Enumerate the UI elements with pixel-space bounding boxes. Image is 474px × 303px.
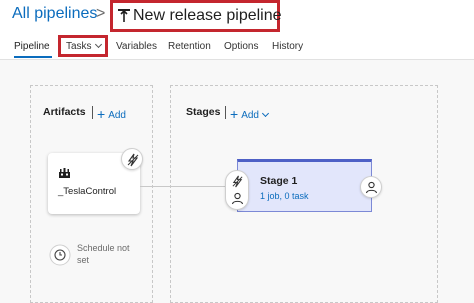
breadcrumb-separator: > [96, 5, 106, 22]
plus-icon: + [97, 106, 106, 122]
clock-icon [49, 244, 71, 266]
stages-divider [225, 106, 226, 119]
tab-variables[interactable]: Variables [116, 41, 157, 52]
tab-history[interactable]: History [272, 41, 303, 52]
title-highlight-box: New release pipeline [110, 0, 282, 32]
artifact-name: _TeslaControl [58, 186, 117, 197]
stage-card[interactable]: Stage 1 1 job, 0 task [237, 159, 372, 212]
add-stage-button[interactable]: + Add [230, 105, 270, 122]
pipeline-canvas: Artifacts + Add _TeslaControl Schedule n… [0, 60, 474, 303]
tab-retention[interactable]: Retention [168, 41, 211, 52]
build-artifact-icon [59, 168, 70, 178]
lightning-trigger-icon [232, 175, 243, 188]
person-icon [365, 181, 378, 194]
tab-options[interactable]: Options [224, 41, 258, 52]
person-icon [231, 192, 244, 205]
continuous-deployment-trigger-button[interactable] [121, 148, 143, 170]
schedule-status-text: Schedule not set [77, 243, 130, 265]
stage-name: Stage 1 [260, 175, 298, 187]
tasks-highlight-box [58, 35, 108, 57]
post-deployment-approvers-button[interactable] [360, 176, 382, 198]
pre-deployment-conditions[interactable] [225, 170, 249, 210]
pipeline-release-icon [118, 9, 130, 22]
artifacts-divider [92, 106, 93, 119]
artifacts-panel: Artifacts + Add _TeslaControl Schedule n… [30, 85, 153, 303]
lightning-trigger-icon [127, 153, 139, 167]
add-artifact-button[interactable]: + Add [97, 105, 126, 122]
breadcrumb-all-pipelines[interactable]: All pipelines [12, 5, 97, 23]
stage-tasks-link[interactable]: 1 job, 0 task [260, 191, 309, 201]
active-tab-indicator [14, 56, 52, 58]
chevron-down-icon [261, 109, 270, 118]
plus-icon: + [230, 106, 239, 122]
stages-heading: Stages [186, 106, 221, 118]
artifacts-heading: Artifacts [43, 106, 86, 118]
tab-pipeline[interactable]: Pipeline [14, 41, 50, 52]
artifact-stage-connector [140, 186, 230, 187]
page-title[interactable]: New release pipeline [133, 7, 282, 25]
